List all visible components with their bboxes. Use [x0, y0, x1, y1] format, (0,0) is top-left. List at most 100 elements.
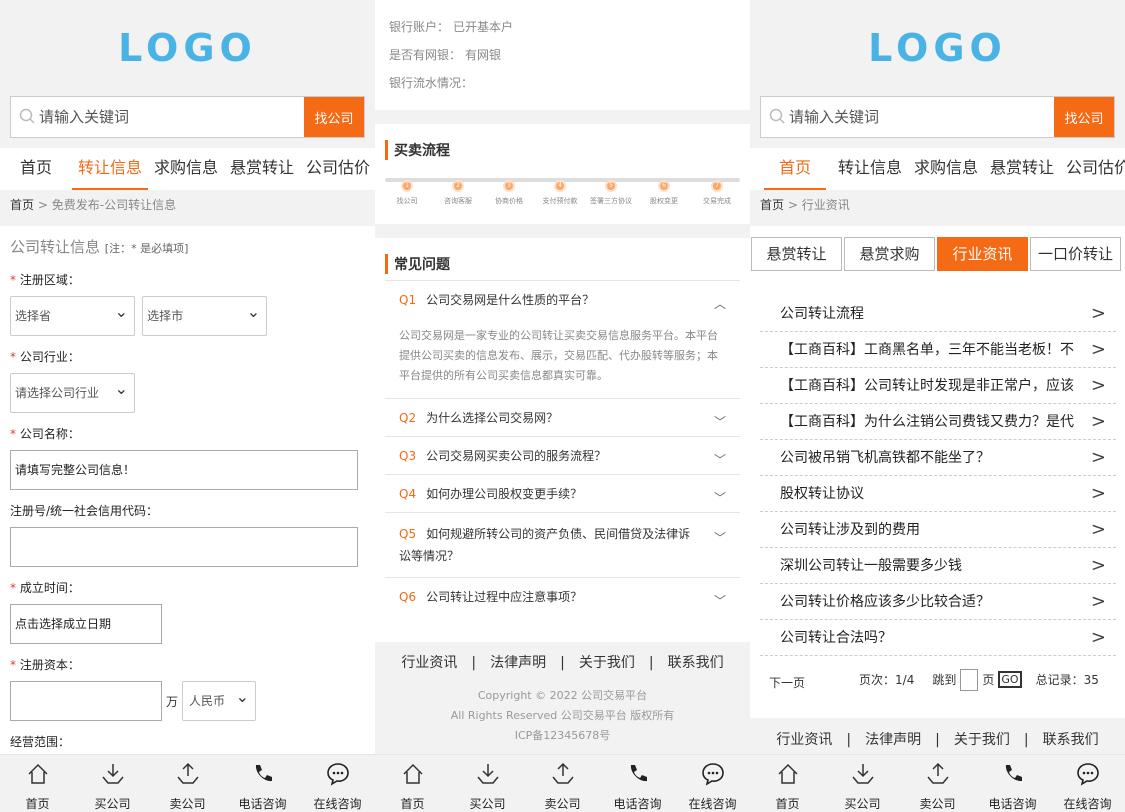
nav-home[interactable]: 首页	[764, 148, 826, 190]
tab-buy[interactable]: 买公司	[83, 755, 143, 812]
nav-valuation[interactable]: 公司估价	[1060, 148, 1125, 190]
form-note: [注：* 是必填项]	[104, 242, 189, 255]
date-input[interactable]: 点击选择成立日期	[10, 604, 162, 644]
subtab-reward-transfer[interactable]: 悬赏转让	[751, 237, 842, 271]
phone-icon	[630, 765, 647, 782]
faq-item-1[interactable]: Q1 公司交易网是什么性质的平台？ ︿ 公司交易网是一家专业的公司转让买卖交易信息…	[385, 281, 740, 399]
capital-input[interactable]	[10, 681, 162, 721]
list-item[interactable]: 公司被吊销飞机高铁都不能坐了？	[760, 440, 1116, 476]
list-item[interactable]: 股权转让协议	[760, 476, 1116, 512]
list-item[interactable]: 【工商百科】为什么注销公司费钱又费力？是代	[760, 404, 1116, 440]
breadcrumb-current: 免费发布-公司转让信息	[51, 198, 177, 212]
faq-item-3[interactable]: Q3 公司交易网买卖公司的服务流程？ ﹀	[385, 437, 740, 475]
faq-item-2[interactable]: Q2 为什么选择公司交易网？ ﹀	[385, 399, 740, 437]
nav-reward[interactable]: 悬赏转让	[224, 148, 300, 190]
chevron-up-icon: ︿	[713, 297, 726, 311]
footer: 行业资讯 | 法律声明 | 关于我们 | 联系我们 Copyright © 20…	[375, 652, 750, 746]
step-6: 6 股权变更	[650, 180, 678, 205]
step-5: 5 签署三方协议	[590, 180, 632, 205]
list-item[interactable]: 深圳公司转让一般需要多少钱	[760, 548, 1116, 584]
search-button[interactable]: 找公司	[304, 97, 364, 137]
tab-sell[interactable]: 卖公司	[533, 755, 593, 812]
faq-item-4[interactable]: Q4 如何办理公司股权变更手续？ ﹀	[385, 475, 740, 513]
tab-buy[interactable]: 买公司	[833, 755, 893, 812]
nav-home[interactable]: 首页	[14, 148, 72, 190]
bank-account: 银行账户： 已开基本户	[389, 20, 514, 34]
download-icon	[851, 764, 874, 784]
subtab-fixed-price[interactable]: 一口价转让	[1030, 237, 1121, 271]
tab-chat[interactable]: 在线咨询	[683, 755, 743, 812]
province-select[interactable]: 选择省	[10, 293, 135, 336]
nav-transfer[interactable]: 转让信息	[72, 148, 148, 190]
form-title: 公司转让信息 [注：* 是必填项]	[10, 238, 189, 256]
search-input[interactable]	[39, 97, 299, 137]
search-icon	[769, 108, 785, 124]
nav-transfer[interactable]: 转让信息	[826, 148, 908, 190]
chat-icon	[1076, 763, 1099, 786]
tab-home[interactable]: 首页	[383, 755, 443, 812]
chevron-down-icon: ﹀	[713, 531, 726, 545]
step-3: 3 协商价格	[495, 180, 523, 205]
faq-title: 常见问题	[385, 254, 740, 274]
search-icon	[19, 108, 35, 124]
panel-news: LOGO 找公司 首页 转让信息 求购信息 悬赏转让 公司估价 首页 > 行业资…	[750, 0, 1125, 812]
tab-sell[interactable]: 卖公司	[158, 755, 218, 812]
list-item[interactable]: 公司转让流程	[760, 296, 1116, 332]
tab-chat[interactable]: 在线咨询	[1058, 755, 1118, 812]
industry-select[interactable]: 请选择公司行业	[10, 370, 135, 413]
step-7: 7 交易完成	[703, 180, 731, 205]
search-bar: 找公司	[760, 96, 1115, 138]
list-item[interactable]: 【工商百科】公司转让时发现是非正常户，应该	[760, 368, 1116, 404]
go-button[interactable]: GO	[998, 671, 1022, 688]
list-item[interactable]: 公司转让合法吗？	[760, 620, 1116, 656]
upload-icon	[551, 762, 574, 784]
tab-phone[interactable]: 电话咨询	[233, 755, 293, 812]
chat-icon	[701, 763, 724, 786]
step-2: 2 咨询客服	[444, 180, 472, 205]
tab-phone[interactable]: 电话咨询	[983, 755, 1043, 812]
breadcrumb-home[interactable]: 首页	[760, 198, 784, 212]
breadcrumb-home[interactable]: 首页	[10, 198, 34, 212]
main-nav: 首页 转让信息 求购信息 悬赏转让 公司估价	[0, 148, 375, 190]
list-item[interactable]: 公司转让价格应该多少比较合适？	[760, 584, 1116, 620]
next-page-link[interactable]: 下一页	[769, 674, 805, 691]
phone-icon	[1005, 765, 1022, 782]
panel-detail: 银行账户： 已开基本户 是否有网银： 有网银 银行流水情况： 买卖流程 1 找公司 2…	[375, 0, 750, 812]
search-input[interactable]	[789, 97, 1049, 137]
nav-reward[interactable]: 悬赏转让	[984, 148, 1060, 190]
bank-online: 是否有网银： 有网银	[389, 48, 502, 62]
scope-label: 经营范围：	[10, 735, 71, 749]
credit-code-input[interactable]	[10, 527, 358, 567]
subtab-reward-buy[interactable]: 悬赏求购	[844, 237, 935, 271]
tab-home[interactable]: 首页	[758, 755, 818, 812]
breadcrumb: 首页 > 免费发布-公司转让信息	[10, 198, 177, 212]
footer-links[interactable]: 行业资讯 | 法律声明 | 关于我们 | 联系我们	[375, 652, 750, 672]
company-name-input[interactable]: 请填写完整公司信息！	[10, 450, 358, 490]
search-button[interactable]: 找公司	[1054, 97, 1114, 137]
nav-buy[interactable]: 求购信息	[908, 148, 984, 190]
nav-buy[interactable]: 求购信息	[148, 148, 224, 190]
process-section: 买卖流程 1 找公司 2 咨询客服 3 协商价格 4 支付预付款 5 签署三方协议 6 股权…	[375, 124, 750, 224]
tab-sell[interactable]: 卖公司	[908, 755, 968, 812]
process-title: 买卖流程	[385, 140, 740, 160]
chat-icon	[326, 763, 349, 786]
page-jump-input[interactable]	[960, 668, 979, 691]
list-item[interactable]: 公司转让涉及到的费用	[760, 512, 1116, 548]
subtab-news[interactable]: 行业资讯	[937, 237, 1028, 271]
faq-item-5[interactable]: Q5 如何规避所转公司的资产负债、民间借贷及法律诉讼等情况？ ﹀	[385, 513, 740, 578]
tab-phone[interactable]: 电话咨询	[608, 755, 668, 812]
chevron-down-icon: ﹀	[713, 415, 726, 429]
code-label: 注册号/统一社会信用代码：	[10, 504, 159, 518]
bottom-tabbar: 首页 买公司 卖公司 电话咨询 在线咨询	[750, 754, 1125, 812]
tab-buy[interactable]: 买公司	[458, 755, 518, 812]
footer: 行业资讯 | 法律声明 | 关于我们 | 联系我们	[750, 729, 1125, 749]
list-item[interactable]: 【工商百科】工商黑名单，三年不能当老板！不	[760, 332, 1116, 368]
nav-valuation[interactable]: 公司估价	[300, 148, 375, 190]
footer-links[interactable]: 行业资讯 | 法律声明 | 关于我们 | 联系我们	[750, 729, 1125, 749]
total-records: 总记录：35	[1035, 673, 1099, 687]
currency-select[interactable]: 人民币	[182, 678, 257, 721]
city-select[interactable]: 选择市	[142, 293, 268, 336]
faq-item-6[interactable]: Q6 公司转让过程中应注意事项？ ﹀	[385, 578, 740, 615]
tab-chat[interactable]: 在线咨询	[308, 755, 368, 812]
tab-home[interactable]: 首页	[8, 755, 68, 812]
